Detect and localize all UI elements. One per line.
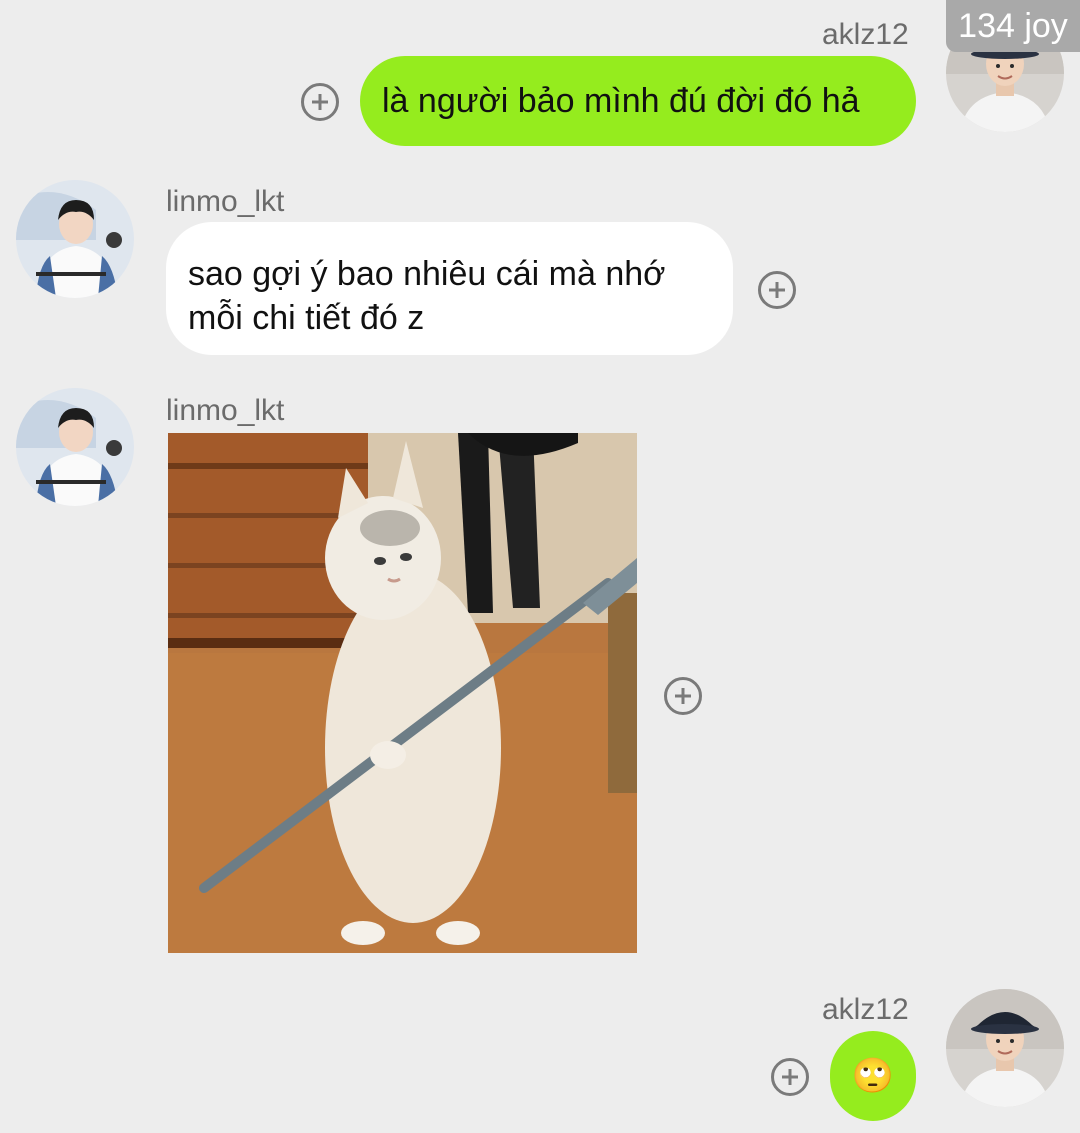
cat-with-spear-image [168,433,637,953]
user-avatar-image [16,388,134,506]
sender-name: aklz12 [822,18,909,51]
add-circle-icon[interactable] [771,1058,809,1096]
emoji-message-bubble[interactable]: 🙄 [830,1031,916,1121]
user-avatar-image [16,180,134,298]
add-circle-icon[interactable] [664,677,702,715]
avatar[interactable] [16,180,134,298]
avatar[interactable] [16,388,134,506]
message-text: là người bảo mình đú đời đó hả [382,82,860,120]
sender-name: aklz12 [822,993,909,1026]
add-circle-icon[interactable] [758,271,796,309]
sender-name: linmo_lkt [166,394,285,427]
user-avatar-image [946,989,1064,1107]
message-text-line: mỗi chi tiết đó z [188,299,425,337]
add-circle-icon[interactable] [301,83,339,121]
watermark-label: 134 joy [946,0,1080,52]
message-bubble[interactable]: sao gợi ý bao nhiêu cái mà nhớ mỗi chi t… [166,222,733,355]
sender-name: linmo_lkt [166,185,285,218]
message-bubble[interactable]: là người bảo mình đú đời đó hả [360,56,916,146]
image-message[interactable] [168,433,637,953]
eye-roll-emoji: 🙄 [851,1057,895,1095]
message-text-line: sao gợi ý bao nhiêu cái mà nhớ [188,255,666,293]
avatar[interactable] [946,989,1064,1107]
